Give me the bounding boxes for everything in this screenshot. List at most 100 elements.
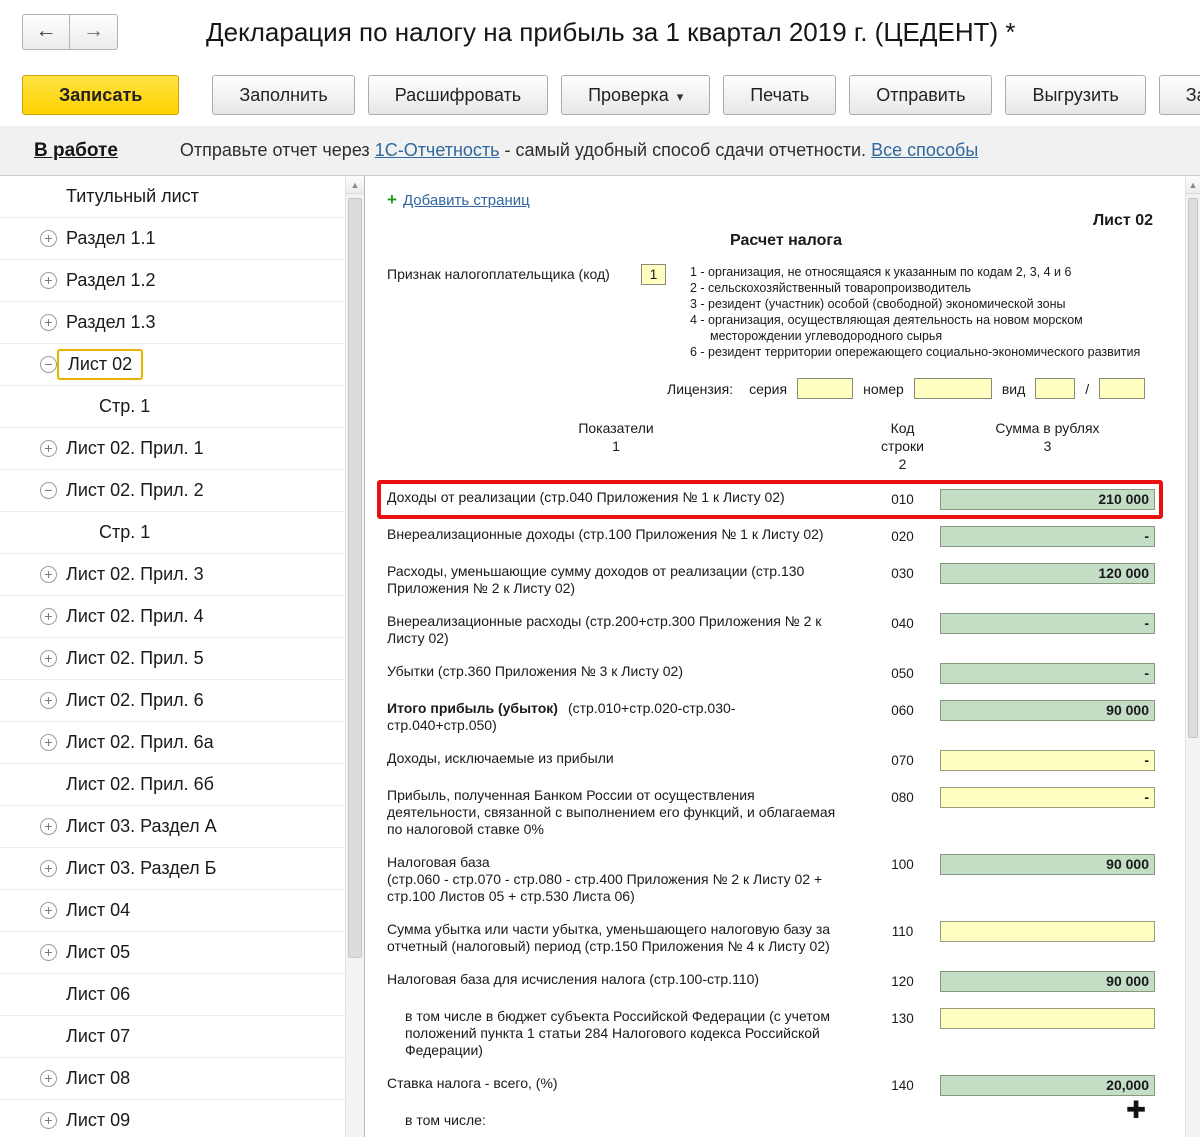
sidebar-item[interactable]: + Лист 03. Раздел Б xyxy=(0,848,345,890)
sidebar-item[interactable]: − Лист 02 xyxy=(0,344,345,386)
expand-icon[interactable]: + xyxy=(40,314,57,331)
status-state-link[interactable]: В работе xyxy=(34,140,118,162)
sidebar-item[interactable]: + Лист 04 xyxy=(0,890,345,932)
sidebar-item-label: Раздел 1.2 xyxy=(66,270,156,290)
sidebar-item[interactable]: + Лист 03. Раздел А xyxy=(0,806,345,848)
row-code: 060 xyxy=(891,703,914,718)
row-value-field[interactable]: 210 000 xyxy=(940,489,1155,510)
sidebar-item[interactable]: + Лист 02. Прил. 1 xyxy=(0,428,345,470)
hint-text: Отправьте отчет через xyxy=(179,140,375,160)
sidebar-item[interactable]: + Раздел 1.1 xyxy=(0,218,345,260)
row-value-field[interactable] xyxy=(940,921,1155,942)
expand-icon[interactable]: + xyxy=(40,1112,57,1129)
sidebar-item[interactable]: + Лист 02. Прил. 6 xyxy=(0,680,345,722)
all-methods-link[interactable]: Все способы xyxy=(871,140,978,160)
expand-icon[interactable]: + xyxy=(40,272,57,289)
decipher-button[interactable]: Расшифровать xyxy=(367,75,549,115)
back-arrow-icon[interactable]: ← xyxy=(22,14,70,50)
license-slash: / xyxy=(1085,380,1090,397)
fill-button[interactable]: Заполнить xyxy=(212,75,355,115)
expand-icon[interactable]: + xyxy=(40,692,57,709)
row-value-field[interactable]: - xyxy=(940,663,1155,684)
reporting-service-link[interactable]: 1С-Отчетность xyxy=(375,140,500,160)
row-value-field[interactable]: - xyxy=(940,750,1155,771)
sidebar-item[interactable]: Стр. 1 xyxy=(0,386,345,428)
expand-icon[interactable]: + xyxy=(40,608,57,625)
sidebar-item[interactable]: Титульный лист xyxy=(0,176,345,218)
expand-icon[interactable]: + xyxy=(40,734,57,751)
table-row: Убытки (стр.360 Приложения № 3 к Листу 0… xyxy=(387,663,1155,684)
row-value-field[interactable]: 90 000 xyxy=(940,854,1155,875)
save-button[interactable]: Записать xyxy=(22,75,180,115)
row-value-field[interactable]: - xyxy=(940,787,1155,808)
row-value-field[interactable]: 90 000 xyxy=(940,971,1155,992)
collapse-icon[interactable]: − xyxy=(40,356,57,373)
sidebar-item[interactable]: + Раздел 1.3 xyxy=(0,302,345,344)
sidebar-item[interactable]: + Лист 05 xyxy=(0,932,345,974)
truncated-button[interactable]: Зап xyxy=(1158,75,1200,115)
row-value-field[interactable]: - xyxy=(940,613,1155,634)
license-kind-field[interactable] xyxy=(1035,378,1076,399)
sidebar-item-label: Стр. 1 xyxy=(99,522,151,542)
print-button[interactable]: Печать xyxy=(723,75,837,115)
sidebar-item[interactable]: + Лист 08 xyxy=(0,1058,345,1100)
sidebar: Титульный лист + Раздел 1.1 + Раздел 1.2 + Раз… xyxy=(0,176,345,1137)
license-number-field[interactable] xyxy=(913,378,992,399)
sidebar-item-label: Лист 02. Прил. 2 xyxy=(66,480,204,500)
row-value-field[interactable]: 90 000 xyxy=(940,700,1155,721)
expand-icon[interactable]: + xyxy=(40,650,57,667)
sidebar-item[interactable]: + Лист 02. Прил. 6а xyxy=(0,722,345,764)
row-value-field[interactable]: 20,000 xyxy=(940,1075,1155,1096)
row-value-field[interactable]: - xyxy=(940,526,1155,547)
expand-icon[interactable]: + xyxy=(40,1070,57,1087)
check-dropdown-button[interactable]: Проверка ▾ xyxy=(561,75,711,115)
license-row: Лицензия: серия номер вид / xyxy=(667,378,1185,399)
expand-icon[interactable]: + xyxy=(40,818,57,835)
sidebar-scrollbar-thumb[interactable] xyxy=(348,198,362,958)
sidebar-item[interactable]: Лист 06 xyxy=(0,974,345,1016)
expand-icon[interactable]: + xyxy=(40,944,57,961)
expand-icon[interactable]: + xyxy=(40,230,57,247)
page-title: Декларация по налогу на прибыль за 1 ква… xyxy=(206,16,1016,47)
sidebar-item[interactable]: + Лист 02. Прил. 3 xyxy=(0,554,345,596)
main-scrollbar[interactable]: ▲ xyxy=(1185,176,1200,1137)
license-series-field[interactable] xyxy=(797,378,854,399)
sidebar-item[interactable]: Лист 02. Прил. 6б xyxy=(0,764,345,806)
collapse-icon[interactable]: − xyxy=(40,482,57,499)
sidebar-item[interactable]: + Лист 02. Прил. 5 xyxy=(0,638,345,680)
expand-icon[interactable]: + xyxy=(40,902,57,919)
scroll-up-icon[interactable]: ▲ xyxy=(346,176,364,194)
row-value-field[interactable]: 120 000 xyxy=(940,563,1155,584)
row-value-field[interactable] xyxy=(940,1008,1155,1029)
license-label: Лицензия: xyxy=(667,380,734,397)
legend-line: 6 - резидент территории опережающего соц… xyxy=(690,345,1141,359)
forward-arrow-icon[interactable]: → xyxy=(70,14,118,50)
taxpayer-code-field[interactable]: 1 xyxy=(641,264,666,285)
license-kind2-field[interactable] xyxy=(1099,378,1146,399)
sidebar-item[interactable]: + Лист 09 xyxy=(0,1100,345,1137)
sidebar-item-label: Лист 03. Раздел Б xyxy=(66,858,217,878)
legend-line: 1 - организация, не относящаяся к указан… xyxy=(690,265,1072,279)
sidebar-item[interactable]: − Лист 02. Прил. 2 xyxy=(0,470,345,512)
sidebar-item-label: Раздел 1.1 xyxy=(66,228,156,248)
row-label: Налоговая база для исчисления налога (ст… xyxy=(387,971,760,987)
add-icon: + xyxy=(387,190,397,209)
body: Титульный лист + Раздел 1.1 + Раздел 1.2 + Раз… xyxy=(0,176,1200,1137)
sidebar-scrollbar[interactable]: ▲ xyxy=(345,176,364,1137)
export-button[interactable]: Выгрузить xyxy=(1005,75,1146,115)
section-title: Расчет налога xyxy=(730,232,842,249)
expand-icon[interactable]: + xyxy=(40,440,57,457)
row-code xyxy=(875,1112,930,1115)
add-pages-link[interactable]: Добавить страниц xyxy=(403,192,530,209)
sidebar-item[interactable]: + Раздел 1.2 xyxy=(0,260,345,302)
expand-icon[interactable]: + xyxy=(40,566,57,583)
main-scrollbar-thumb[interactable] xyxy=(1188,198,1198,738)
send-button[interactable]: Отправить xyxy=(849,75,993,115)
sidebar-item-label: Лист 07 xyxy=(66,1026,131,1046)
scroll-up-icon[interactable]: ▲ xyxy=(1186,176,1200,194)
expand-icon[interactable]: + xyxy=(40,860,57,877)
add-pages[interactable]: + Добавить страниц xyxy=(387,190,1185,210)
sidebar-item[interactable]: Лист 07 xyxy=(0,1016,345,1058)
sidebar-item[interactable]: + Лист 02. Прил. 4 xyxy=(0,596,345,638)
sidebar-item[interactable]: Стр. 1 xyxy=(0,512,345,554)
